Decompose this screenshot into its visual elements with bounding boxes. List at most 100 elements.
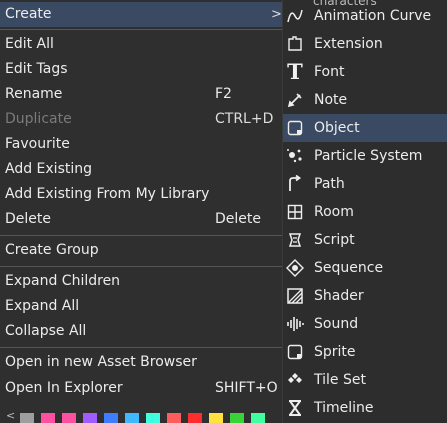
menu-item-open-asset-browser[interactable]: Open in new Asset Browser (0, 350, 282, 375)
submenu-item-label: Extension (314, 36, 383, 52)
separator (0, 235, 282, 236)
color-swatch-row: < (0, 408, 282, 423)
create-submenu: characters Animation Curve Extension T F… (282, 0, 447, 423)
menu-item-add-existing-library[interactable]: Add Existing From My Library (0, 182, 282, 207)
color-swatch[interactable] (20, 413, 34, 423)
menu-item-label: Rename (5, 86, 63, 102)
color-swatch[interactable] (41, 413, 55, 423)
object-icon (285, 118, 305, 138)
shader-icon (285, 286, 305, 306)
path-icon (285, 174, 305, 194)
menu-item-create[interactable]: Create > (0, 2, 282, 27)
submenu-item-room[interactable]: Room (283, 198, 447, 226)
separator (0, 266, 282, 267)
submenu-item-shader[interactable]: Shader (283, 282, 447, 310)
color-swatch[interactable] (62, 413, 76, 423)
menu-item-add-existing[interactable]: Add Existing (0, 157, 282, 182)
menu-item-label: Create (5, 6, 52, 22)
shortcut-label: F2 (215, 86, 232, 102)
shortcut-label: SHIFT+O (215, 380, 278, 396)
submenu-item-note[interactable]: Note (283, 86, 447, 114)
menu-item-edit-all[interactable]: Edit All (0, 32, 282, 57)
menu-item-label: Expand Children (5, 273, 121, 289)
color-swatch[interactable] (230, 413, 244, 423)
submenu-item-label: Timeline (314, 400, 374, 416)
menu-item-open-explorer[interactable]: Open In Explorer SHIFT+O (0, 376, 282, 401)
color-swatch[interactable] (83, 413, 97, 423)
color-swatch[interactable] (167, 413, 181, 423)
menu-item-delete[interactable]: Delete Delete (0, 207, 282, 232)
sequence-icon (285, 258, 305, 278)
shortcut-label: Delete (215, 211, 261, 227)
menu-item-favourite[interactable]: Favourite (0, 132, 282, 157)
submenu-item-label: Note (314, 92, 348, 108)
submenu-item-sprite[interactable]: Sprite (283, 338, 447, 366)
menu-item-label: Edit All (5, 36, 54, 52)
tile-set-icon (285, 370, 305, 390)
chevron-left-icon[interactable]: < (6, 409, 15, 422)
menu-item-label: Open in new Asset Browser (5, 354, 197, 370)
sound-icon (285, 314, 305, 334)
submenu-item-animation-curve[interactable]: Animation Curve (283, 2, 447, 30)
animation-curve-icon (285, 6, 305, 26)
submenu-item-label: Object (314, 120, 360, 136)
context-menu: Create > Edit All Edit Tags Rename F2 Du… (0, 0, 282, 423)
menu-item-label: Delete (5, 211, 51, 227)
submenu-item-sound[interactable]: Sound (283, 310, 447, 338)
separator (0, 347, 282, 348)
submenu-item-particle-system[interactable]: Particle System (283, 142, 447, 170)
menu-item-label: Favourite (5, 136, 70, 152)
submenu-item-tile-set[interactable]: Tile Set (283, 366, 447, 394)
submenu-item-label: Sprite (314, 344, 356, 360)
color-swatch[interactable] (104, 413, 118, 423)
submenu-item-object[interactable]: Object (283, 114, 447, 142)
submenu-item-label: Shader (314, 288, 364, 304)
submenu-item-label: Room (314, 204, 354, 220)
submenu-item-font[interactable]: T Font (283, 58, 447, 86)
submenu-item-label: Sequence (314, 260, 384, 276)
color-swatch[interactable] (209, 413, 223, 423)
extension-icon (285, 34, 305, 54)
color-swatch[interactable] (188, 413, 202, 423)
menu-item-label: Duplicate (5, 111, 72, 127)
menu-item-label: Create Group (5, 242, 99, 258)
menu-item-collapse-all[interactable]: Collapse All (0, 319, 282, 344)
particle-system-icon (285, 146, 305, 166)
menu-item-label: Edit Tags (5, 61, 68, 77)
submenu-item-extension[interactable]: Extension (283, 30, 447, 58)
script-icon (285, 230, 305, 250)
sprite-icon (285, 342, 305, 362)
submenu-item-sequence[interactable]: Sequence (283, 254, 447, 282)
menu-item-edit-tags[interactable]: Edit Tags (0, 57, 282, 82)
submenu-item-path[interactable]: Path (283, 170, 447, 198)
submenu-item-timeline[interactable]: Timeline (283, 394, 447, 422)
submenu-item-label: Sound (314, 316, 359, 332)
menu-item-label: Expand All (5, 298, 80, 314)
submenu-item-label: Path (314, 176, 345, 192)
menu-item-expand-children[interactable]: Expand Children (0, 269, 282, 294)
submenu-item-label: Script (314, 232, 355, 248)
menu-item-label: Add Existing (5, 161, 93, 177)
room-icon (285, 202, 305, 222)
timeline-icon (285, 398, 305, 418)
menu-item-label: Collapse All (5, 323, 87, 339)
chevron-right-icon: > (271, 7, 282, 22)
separator (0, 29, 282, 30)
shortcut-label: CTRL+D (215, 111, 274, 127)
menu-item-create-group[interactable]: Create Group (0, 238, 282, 263)
submenu-item-label: Tile Set (314, 372, 366, 388)
menu-item-duplicate[interactable]: Duplicate CTRL+D (0, 107, 282, 132)
submenu-item-label: Animation Curve (314, 8, 432, 24)
submenu-item-script[interactable]: Script (283, 226, 447, 254)
submenu-item-label: Particle System (314, 148, 423, 164)
menu-item-expand-all[interactable]: Expand All (0, 294, 282, 319)
menu-item-rename[interactable]: Rename F2 (0, 82, 282, 107)
menu-item-label: Add Existing From My Library (5, 186, 210, 202)
note-icon (285, 90, 305, 110)
color-swatch[interactable] (146, 413, 160, 423)
color-swatch[interactable] (125, 413, 139, 423)
color-swatch[interactable] (251, 413, 265, 423)
font-icon: T (287, 59, 303, 84)
menu-item-label: Open In Explorer (5, 380, 123, 396)
submenu-item-label: Font (314, 64, 345, 80)
